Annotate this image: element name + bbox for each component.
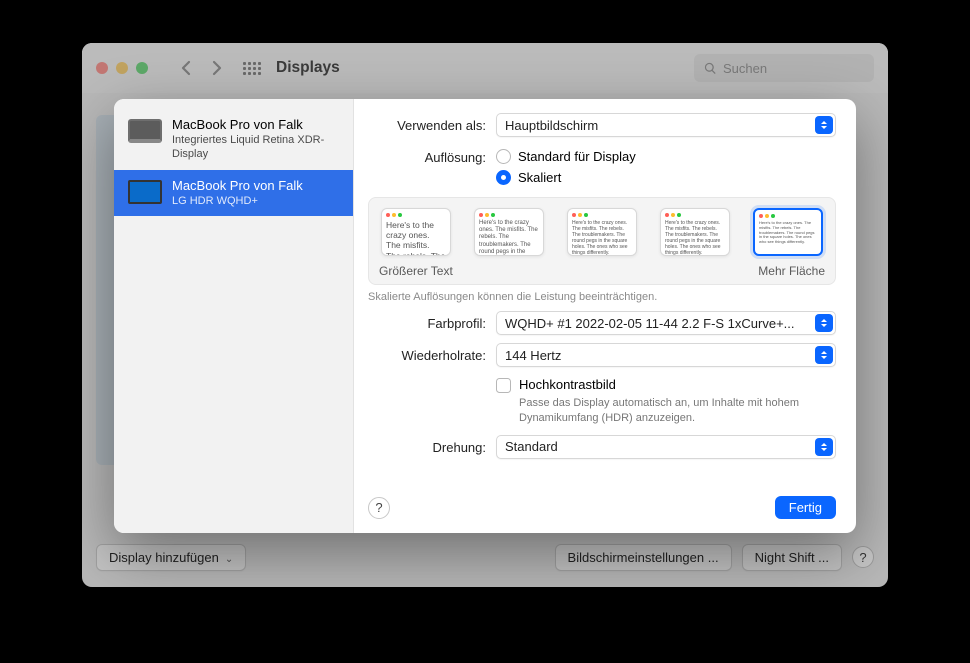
select-arrows-icon (815, 314, 833, 332)
display-item-external[interactable]: MacBook Pro von Falk LG HDR WQHD+ (114, 170, 353, 216)
zoom-icon[interactable] (136, 62, 148, 74)
use-as-label: Verwenden als: (368, 113, 496, 133)
hdr-label: Hochkontrastbild (519, 377, 836, 392)
back-button[interactable] (174, 57, 196, 79)
traffic-lights (96, 62, 148, 74)
titlebar: Displays Suchen (82, 43, 888, 93)
display-sub: Integriertes Liquid Retina XDR-Display (172, 133, 339, 162)
select-arrows-icon (815, 438, 833, 456)
display-name: MacBook Pro von Falk (172, 117, 339, 132)
hdr-hint: Passe das Display automatisch an, um Inh… (519, 396, 836, 427)
help-button[interactable]: ? (852, 546, 874, 568)
scale-option-2[interactable]: Here's to the crazy ones. The misfits. T… (474, 208, 544, 256)
done-button[interactable]: Fertig (775, 496, 836, 519)
display-list-sidebar: MacBook Pro von Falk Integriertes Liquid… (114, 99, 354, 533)
scale-option-1[interactable]: Here's to the crazy ones. The misfits. T… (381, 208, 451, 256)
laptop-display-icon (128, 119, 162, 143)
refresh-rate-select[interactable]: 144 Hertz (496, 343, 836, 367)
forward-button[interactable] (206, 57, 228, 79)
close-icon[interactable] (96, 62, 108, 74)
refresh-rate-label: Wiederholrate: (368, 343, 496, 363)
display-name: MacBook Pro von Falk (172, 178, 303, 193)
bottom-toolbar: Display hinzufügen⌄ Bildschirmeinstellun… (96, 541, 874, 573)
search-input[interactable]: Suchen (694, 54, 874, 82)
scaled-resolution-picker: Here's to the crazy ones. The misfits. T… (368, 197, 836, 285)
select-arrows-icon (815, 346, 833, 364)
add-display-button[interactable]: Display hinzufügen⌄ (96, 544, 246, 571)
color-profile-label: Farbprofil: (368, 311, 496, 331)
rotation-label: Drehung: (368, 435, 496, 455)
scale-warning-note: Skalierte Auflösungen können die Leistun… (368, 291, 836, 303)
chevron-down-icon: ⌄ (225, 554, 233, 565)
external-display-icon (128, 180, 162, 204)
settings-content: Verwenden als: Hauptbildschirm Auflösung… (354, 99, 856, 533)
display-sub: LG HDR WQHD+ (172, 194, 303, 208)
use-as-select[interactable]: Hauptbildschirm (496, 113, 836, 137)
select-arrows-icon (815, 116, 833, 134)
resolution-scaled-radio[interactable]: Skaliert (496, 170, 836, 185)
scale-label-right: Mehr Fläche (758, 264, 825, 278)
display-settings-sheet: MacBook Pro von Falk Integriertes Liquid… (114, 99, 856, 533)
resolution-label: Auflösung: (368, 145, 496, 165)
display-item-internal[interactable]: MacBook Pro von Falk Integriertes Liquid… (114, 109, 353, 170)
window-title: Displays (276, 59, 340, 77)
radio-icon (496, 149, 511, 164)
display-settings-button[interactable]: Bildschirmeinstellungen ... (555, 544, 732, 571)
scale-label-left: Größerer Text (379, 264, 453, 278)
color-profile-select[interactable]: WQHD+ #1 2022-02-05 11-44 2.2 F-S 1xCurv… (496, 311, 836, 335)
scale-option-4[interactable]: Here's to the crazy ones. The misfits. T… (660, 208, 730, 256)
hdr-checkbox[interactable] (496, 378, 511, 393)
scale-option-5[interactable]: Here's to the crazy ones. The misfits. T… (753, 208, 823, 256)
search-placeholder: Suchen (723, 61, 767, 76)
search-icon (704, 62, 717, 75)
scale-option-3[interactable]: Here's to the crazy ones. The misfits. T… (567, 208, 637, 256)
resolution-default-radio[interactable]: Standard für Display (496, 149, 836, 164)
sheet-help-button[interactable]: ? (368, 497, 390, 519)
minimize-icon[interactable] (116, 62, 128, 74)
night-shift-button[interactable]: Night Shift ... (742, 544, 842, 571)
radio-checked-icon (496, 170, 511, 185)
show-all-icon[interactable] (244, 60, 260, 76)
rotation-select[interactable]: Standard (496, 435, 836, 459)
